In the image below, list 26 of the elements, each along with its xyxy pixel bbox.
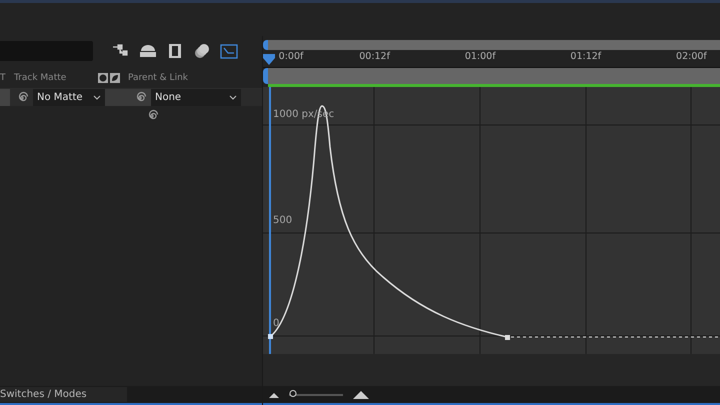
layer-label-swatch	[0, 89, 10, 106]
circle-icon	[98, 73, 108, 83]
graph-editor-icon	[220, 43, 238, 59]
time-label: 00:12f	[359, 51, 390, 62]
film-icon	[167, 43, 183, 59]
time-label: 02:00f	[676, 51, 707, 62]
column-header: Track Matte	[14, 73, 68, 83]
track-matte-dropdown[interactable]: No Matte	[33, 89, 105, 106]
dome-icon	[139, 43, 157, 59]
time-label: 0:00f	[278, 51, 304, 62]
zoom-out-icon[interactable]	[269, 392, 279, 398]
chevron-icon	[229, 94, 237, 100]
column-header: Parent & Link	[128, 73, 188, 83]
axis-label: 500	[273, 215, 292, 226]
time-label: 01:00f	[464, 51, 496, 62]
zoom-in-icon[interactable]	[353, 390, 369, 398]
axis-label: 0	[273, 318, 280, 329]
switches-modes-toggle[interactable]: Switches / Modes	[0, 387, 127, 402]
chevron-icon	[93, 94, 101, 100]
stacked-circles-icon	[193, 43, 211, 59]
column-header: T	[0, 73, 6, 83]
leaf-icon	[110, 73, 120, 83]
parent-dropdown[interactable]: None	[151, 89, 241, 106]
slider-thumb[interactable]	[290, 390, 297, 396]
time-label: 01:12f	[570, 51, 602, 62]
playhead-marker[interactable]	[263, 54, 275, 66]
